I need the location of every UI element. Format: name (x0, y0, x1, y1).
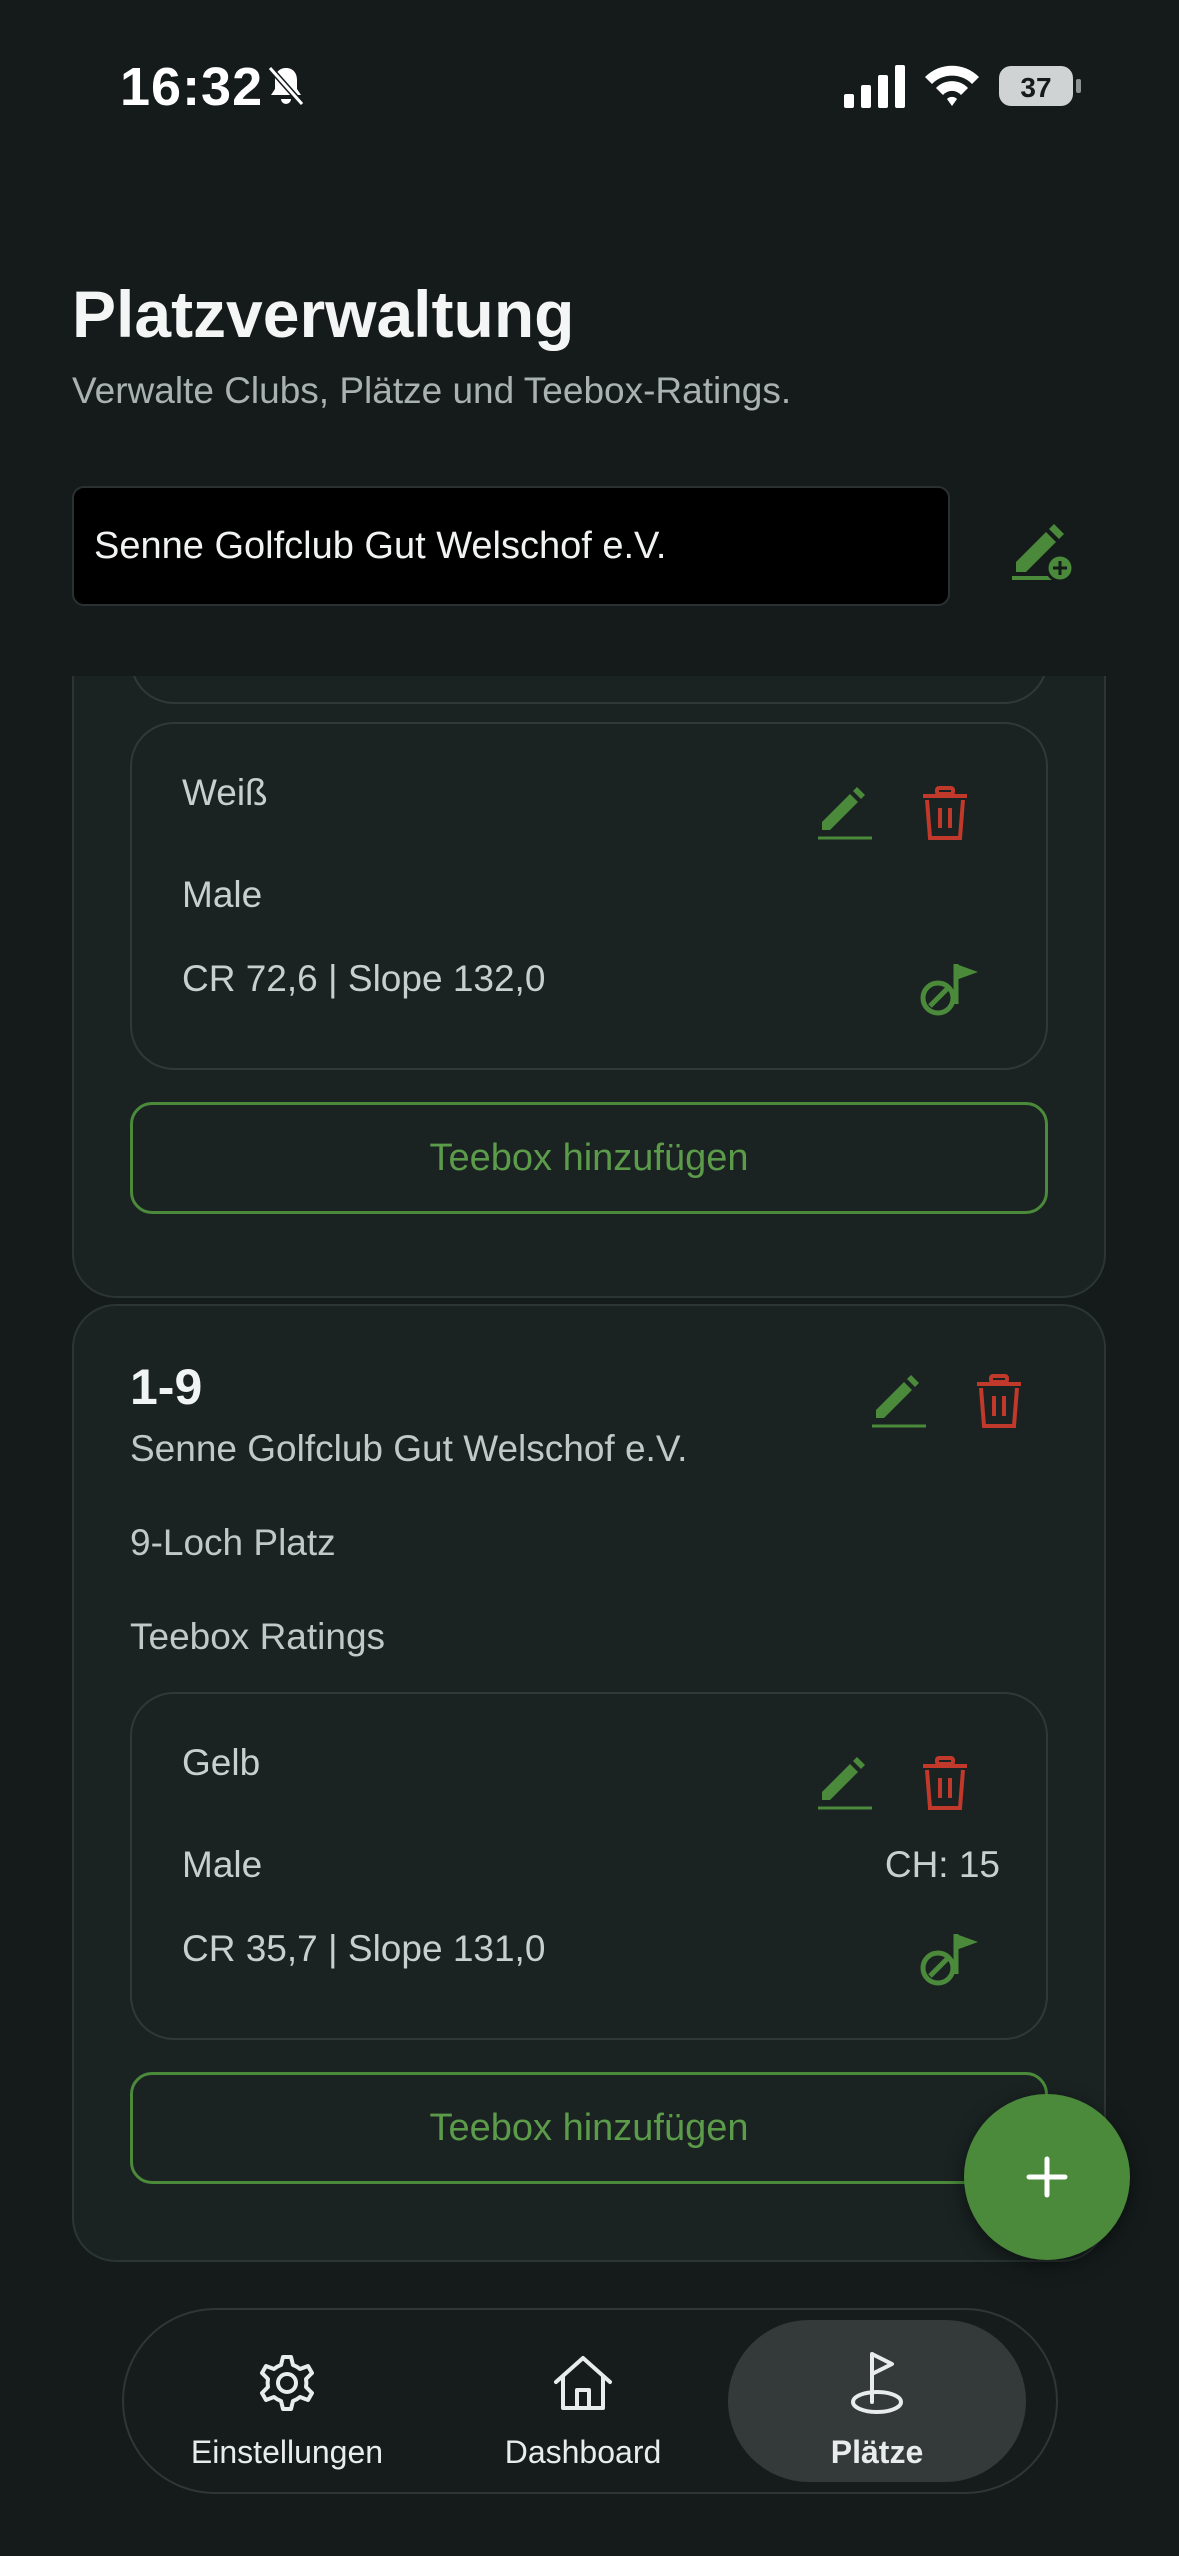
page-title: Platzverwaltung (72, 277, 575, 351)
teebox-rating: CR 35,7 | Slope 131,0 (182, 1928, 546, 1969)
course-card: 1-9 Senne Golfclub Gut Welschof e.V. 9-L… (72, 1304, 1106, 2262)
teebox-name: Weiß (182, 772, 268, 813)
delete-course-button[interactable] (974, 1374, 1024, 1430)
club-select[interactable]: Senne Golfclub Gut Welschof e.V. (72, 486, 950, 606)
golf-stats-icon[interactable] (920, 954, 984, 1018)
course-list[interactable]: Weiß Male CR 72,6 | Slope 132,0 Teebox h… (0, 676, 1179, 2296)
teebox-name: Gelb (182, 1742, 261, 1783)
edit-course-button[interactable] (870, 1372, 928, 1430)
signal-icon (844, 65, 905, 108)
battery-icon: 37 (998, 64, 1082, 108)
nav-label: Einstellungen (190, 2434, 384, 2470)
nav-item-einstellungen[interactable]: Einstellungen (138, 2320, 436, 2482)
teebox-card (130, 676, 1048, 704)
golf-stats-icon[interactable] (920, 1924, 984, 1988)
club-select-value: Senne Golfclub Gut Welschof e.V. (94, 524, 667, 567)
course-card: Weiß Male CR 72,6 | Slope 132,0 Teebox h… (72, 676, 1106, 1298)
status-bar: 16:32 37 (0, 0, 1179, 170)
edit-teebox-button[interactable] (816, 1754, 874, 1812)
course-title: 1-9 (130, 1359, 203, 1415)
bottom-nav: Einstellungen Dashboard Plätze (122, 2308, 1058, 2494)
section-label: Teebox Ratings (130, 1616, 386, 1657)
page-subtitle: Verwalte Clubs, Plätze und Teebox-Rating… (72, 370, 792, 411)
add-teebox-button[interactable]: Teebox hinzufügen (130, 1102, 1048, 1214)
nav-item-platze[interactable]: Plätze (728, 2320, 1026, 2482)
add-teebox-button[interactable]: Teebox hinzufügen (130, 2072, 1048, 2184)
teebox-rating: CR 72,6 | Slope 132,0 (182, 958, 546, 999)
golf-flag-icon (851, 2352, 903, 2414)
teebox-card: Gelb Male CH: 15 CR 35,7 | Slope 131,0 (130, 1692, 1048, 2040)
bell-muted-icon (267, 66, 305, 106)
gear-icon (260, 2355, 314, 2411)
course-club: Senne Golfclub Gut Welschof e.V. (130, 1428, 688, 1469)
nav-item-dashboard[interactable]: Dashboard (434, 2320, 732, 2482)
add-club-button[interactable] (1008, 516, 1078, 586)
nav-label: Dashboard (504, 2434, 662, 2470)
delete-teebox-button[interactable] (920, 1756, 970, 1812)
add-teebox-label: Teebox hinzufügen (429, 2106, 749, 2149)
teebox-gender: Male (182, 1844, 263, 1885)
teebox-card: Weiß Male CR 72,6 | Slope 132,0 (130, 722, 1048, 1070)
add-teebox-label: Teebox hinzufügen (429, 1136, 749, 1179)
home-icon (554, 2356, 612, 2410)
delete-teebox-button[interactable] (920, 786, 970, 842)
status-time: 16:32 (120, 57, 264, 117)
edit-teebox-button[interactable] (816, 784, 874, 842)
plus-icon (1026, 2156, 1068, 2198)
battery-level: 37 (1020, 72, 1051, 103)
teebox-gender: Male (182, 874, 263, 915)
teebox-course-handicap: CH: 15 (884, 1844, 1000, 1885)
wifi-icon (925, 65, 979, 106)
nav-label: Plätze (830, 2434, 924, 2470)
add-course-fab[interactable] (964, 2094, 1130, 2260)
course-type: 9-Loch Platz (130, 1522, 336, 1563)
